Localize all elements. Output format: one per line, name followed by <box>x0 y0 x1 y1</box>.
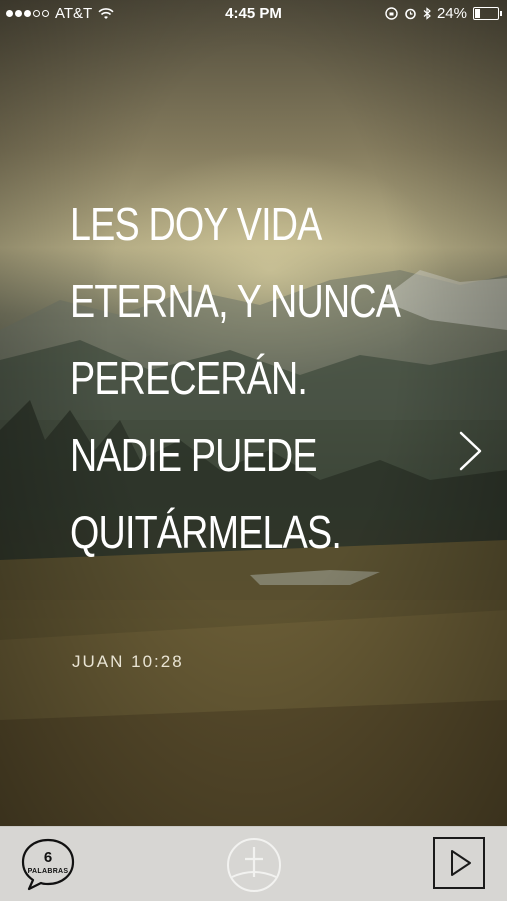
battery-percent: 24% <box>436 5 467 22</box>
words-label: PALABRAS <box>27 868 69 875</box>
verse-line: LES DOY VIDA <box>70 198 322 250</box>
battery-icon <box>473 7 502 20</box>
play-icon <box>451 850 471 876</box>
bluetooth-icon <box>423 7 431 20</box>
verse-line: PERECERÁN. <box>70 352 308 404</box>
play-button[interactable] <box>433 837 485 889</box>
words-count: 6 <box>43 849 53 866</box>
alarm-icon <box>405 8 416 20</box>
words-button[interactable]: 6 PALABRAS <box>20 837 76 891</box>
verse-reference: JUAN 10:28 <box>72 652 184 671</box>
orientation-lock-icon <box>385 7 398 20</box>
verse-line: NADIE PUEDE <box>70 429 318 481</box>
cross-icon[interactable] <box>226 837 282 893</box>
verse-line: QUITÁRMELAS. <box>70 506 342 558</box>
bottom-toolbar: 6 PALABRAS <box>0 826 507 901</box>
status-bar: AT&T 4:45 PM 24% <box>0 0 507 28</box>
verse-text: LES DOY VIDA ETERNA, Y NUNCA PERECERÁN. … <box>70 186 401 571</box>
chevron-right-icon[interactable] <box>458 430 484 472</box>
verse-line: ETERNA, Y NUNCA <box>70 275 401 327</box>
